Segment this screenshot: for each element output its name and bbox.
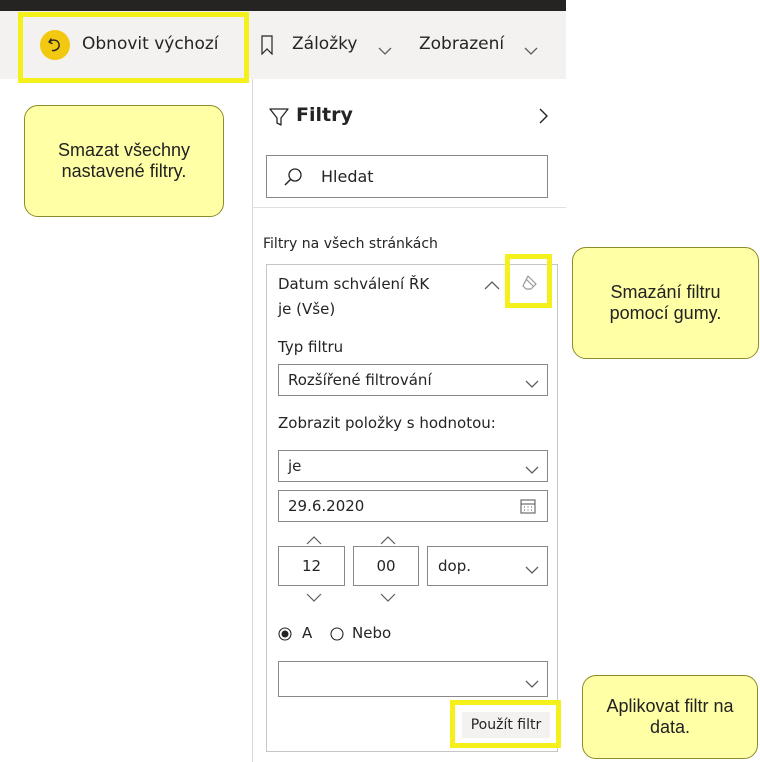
radio-or-label: Nebo bbox=[352, 624, 392, 642]
show-items-label: Zobrazit položky s hodnotou: bbox=[278, 414, 496, 432]
divider bbox=[252, 207, 566, 208]
filters-pane-title: Filtry bbox=[296, 104, 353, 126]
search-icon bbox=[283, 167, 303, 187]
filter-type-label: Typ filtru bbox=[278, 338, 344, 356]
filter-summary: je (Vše) bbox=[278, 300, 336, 318]
chevron-down-icon bbox=[525, 461, 539, 479]
callout-eraser: Smazání filtru pomocí gumy. bbox=[572, 247, 759, 359]
minute-value: 00 bbox=[376, 557, 396, 575]
minute-input[interactable]: 00 bbox=[353, 546, 419, 586]
filter-type-select[interactable]: Rozšířené filtrování bbox=[278, 364, 548, 396]
chevron-down-icon bbox=[524, 41, 538, 60]
collapse-card-icon[interactable] bbox=[484, 276, 500, 295]
date-value: 29.6.2020 bbox=[288, 497, 365, 515]
section-label: Filtry na všech stránkách bbox=[263, 236, 438, 252]
bookmark-icon bbox=[260, 35, 274, 56]
radio-and-label: A bbox=[302, 624, 313, 642]
filter-field-name[interactable]: Datum schválení ŘK bbox=[278, 275, 429, 293]
search-input[interactable]: Hledat bbox=[266, 155, 548, 198]
callout-apply: Aplikovat filtr na data. bbox=[582, 675, 758, 759]
ampm-value: dop. bbox=[438, 557, 471, 575]
filter-icon bbox=[268, 106, 290, 128]
search-placeholder: Hledat bbox=[321, 167, 374, 186]
chevron-down-icon bbox=[525, 375, 539, 393]
view-menu[interactable]: Zobrazení bbox=[419, 34, 504, 54]
date-input[interactable]: 29.6.2020 bbox=[278, 490, 548, 522]
highlight-apply bbox=[450, 700, 561, 748]
chevron-down-icon bbox=[525, 561, 539, 579]
second-operator-select[interactable] bbox=[278, 661, 548, 697]
hour-value: 12 bbox=[301, 557, 322, 575]
ampm-select[interactable]: dop. bbox=[427, 546, 548, 586]
operator-value: je bbox=[288, 457, 302, 475]
bookmarks-menu[interactable]: Záložky bbox=[292, 34, 357, 54]
chevron-down-icon bbox=[525, 675, 539, 693]
highlight-eraser bbox=[505, 254, 552, 308]
minute-decrement-icon[interactable] bbox=[380, 588, 396, 607]
radio-or[interactable] bbox=[330, 626, 344, 641]
chevron-down-icon bbox=[378, 41, 392, 60]
filter-type-value: Rozšířené filtrování bbox=[288, 371, 432, 389]
hour-input[interactable]: 12 bbox=[278, 546, 345, 586]
operator-select[interactable]: je bbox=[278, 450, 548, 482]
calendar-icon[interactable] bbox=[519, 497, 537, 515]
collapse-pane-icon[interactable] bbox=[536, 106, 550, 126]
highlight-reset bbox=[18, 12, 249, 83]
title-strip bbox=[0, 0, 566, 11]
radio-and[interactable] bbox=[278, 626, 292, 641]
hour-decrement-icon[interactable] bbox=[306, 588, 322, 607]
callout-clear-all: Smazat všechny nastavené filtry. bbox=[24, 105, 224, 217]
